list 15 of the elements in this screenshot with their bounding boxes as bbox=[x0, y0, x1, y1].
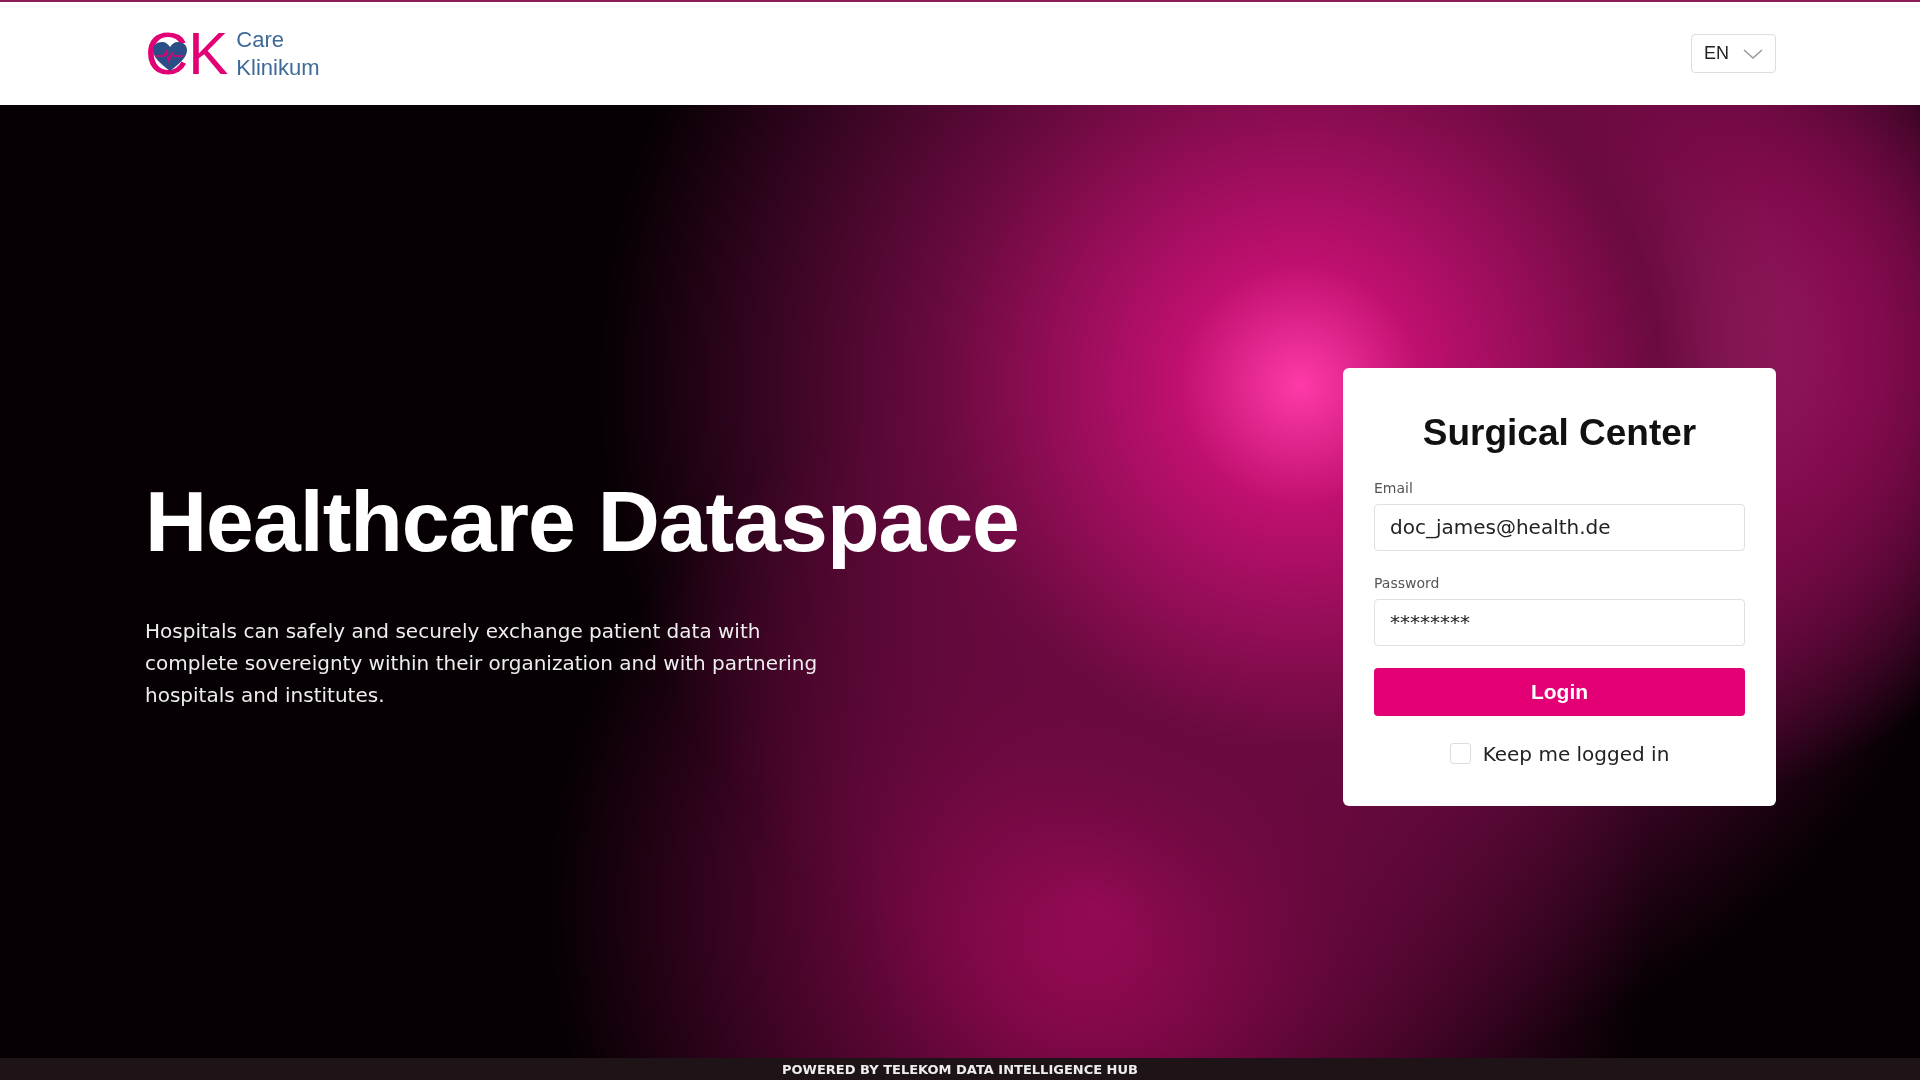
field-label: Email bbox=[1374, 479, 1413, 496]
checkbox[interactable] bbox=[1449, 743, 1471, 764]
language-dropdown[interactable]: EN bbox=[1691, 34, 1776, 73]
hero-title: Healthcare Dataspace bbox=[145, 472, 1019, 571]
logo-text: Care bbox=[236, 25, 286, 54]
footer-text: POWERED BY TELEKOM DATA INTELLIGENCE HUB bbox=[782, 1061, 1138, 1077]
card-title: Surgical Center bbox=[1421, 411, 1698, 454]
logo-text: Klinikum bbox=[236, 53, 320, 82]
input-field[interactable]: ******** bbox=[1374, 598, 1745, 646]
field-label: Password bbox=[1374, 574, 1440, 591]
chevron-down-icon bbox=[1743, 48, 1763, 59]
input-field[interactable]: doc_james@health.de bbox=[1374, 503, 1745, 551]
hero-description: Hospitals can safely and securely exchange patient data with complete sovereignty within their organization and with partnering hospitals and institutes. bbox=[145, 618, 819, 709]
login-button[interactable]: Login bbox=[1374, 667, 1745, 716]
checkbox-label: Keep me logged in bbox=[1482, 741, 1670, 766]
